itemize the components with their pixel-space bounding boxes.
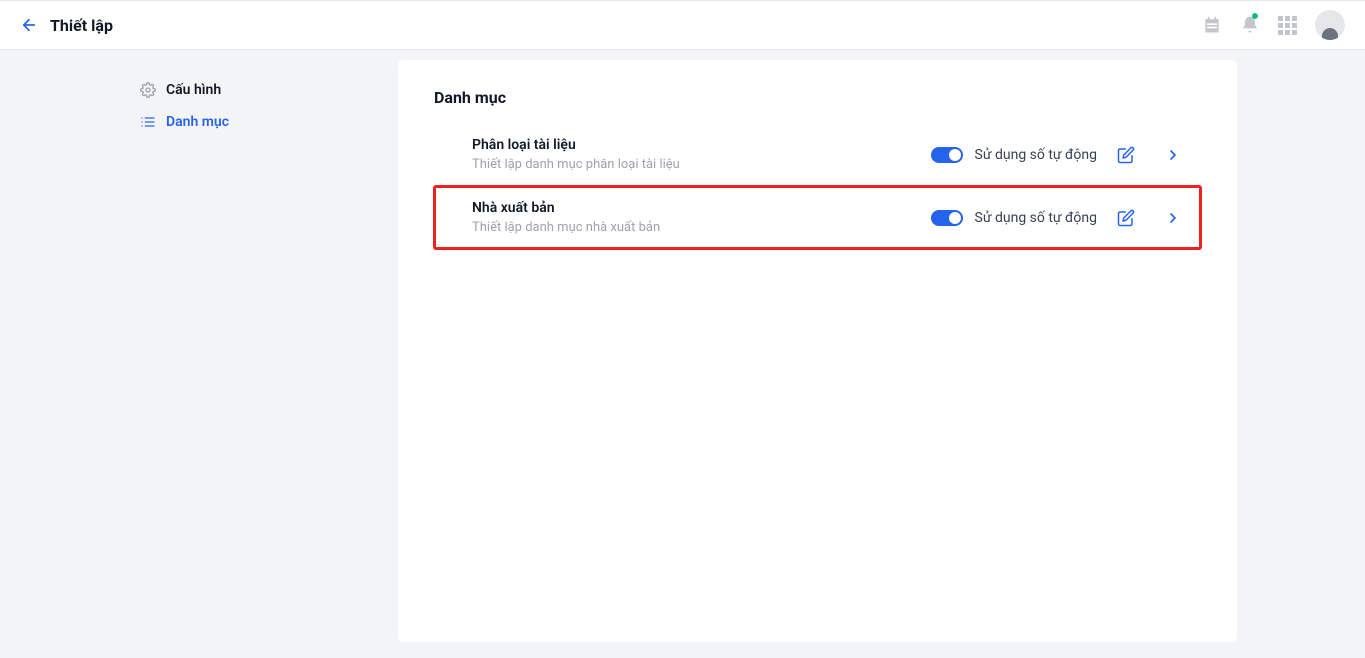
list-icon: [140, 114, 156, 130]
avatar[interactable]: [1315, 10, 1345, 40]
sidebar-item-categories[interactable]: Danh mục: [140, 106, 398, 138]
row-text: Phân loại tài liệu Thiết lập danh mục ph…: [472, 137, 680, 172]
toggle-label: Sử dụng số tự động: [975, 147, 1097, 163]
category-row-document-classification[interactable]: Phân loại tài liệu Thiết lập danh mục ph…: [434, 123, 1201, 186]
edit-icon: [1117, 209, 1135, 227]
open-button[interactable]: [1165, 147, 1181, 163]
sidebar-item-config[interactable]: Cấu hình: [140, 74, 398, 106]
edit-button[interactable]: [1117, 146, 1135, 164]
gear-icon: [140, 82, 156, 98]
content-area: Cấu hình Danh mục Danh mục Phân loại tài…: [0, 50, 1365, 658]
apps-button[interactable]: [1278, 16, 1297, 35]
main-card: Danh mục Phân loại tài liệu Thiết lập da…: [398, 60, 1237, 642]
row-description: Thiết lập danh mục nhà xuất bản: [472, 220, 660, 235]
toggle-label: Sử dụng số tự động: [975, 210, 1097, 226]
apps-grid-icon: [1278, 16, 1297, 35]
notifications-button[interactable]: [1240, 15, 1260, 35]
notification-dot: [1252, 13, 1258, 19]
row-text: Nhà xuất bản Thiết lập danh mục nhà xuất…: [472, 200, 660, 235]
row-description: Thiết lập danh mục phân loại tài liệu: [472, 157, 680, 172]
calendar-icon: [1202, 15, 1222, 35]
edit-button[interactable]: [1117, 209, 1135, 227]
sidebar: Cấu hình Danh mục: [0, 60, 398, 658]
row-title: Nhà xuất bản: [472, 200, 660, 216]
topbar-left: Thiết lập: [20, 16, 113, 35]
sidebar-item-label: Cấu hình: [166, 82, 221, 98]
edit-icon: [1117, 146, 1135, 164]
chevron-right-icon: [1165, 210, 1181, 226]
chevron-right-icon: [1165, 147, 1181, 163]
section-title: Danh mục: [434, 88, 1201, 107]
calendar-button[interactable]: [1202, 15, 1222, 35]
topbar-right: [1202, 10, 1345, 40]
back-button[interactable]: [20, 16, 38, 34]
topbar: Thiết lập: [0, 0, 1365, 50]
row-title: Phân loại tài liệu: [472, 137, 680, 153]
page-title: Thiết lập: [50, 16, 113, 35]
arrow-left-icon: [20, 16, 38, 34]
category-row-publisher[interactable]: Nhà xuất bản Thiết lập danh mục nhà xuất…: [434, 186, 1201, 249]
auto-number-toggle[interactable]: [931, 210, 963, 226]
row-actions: Sử dụng số tự động: [931, 146, 1181, 164]
auto-number-toggle[interactable]: [931, 147, 963, 163]
open-button[interactable]: [1165, 210, 1181, 226]
row-actions: Sử dụng số tự động: [931, 209, 1181, 227]
sidebar-item-label: Danh mục: [166, 114, 229, 130]
